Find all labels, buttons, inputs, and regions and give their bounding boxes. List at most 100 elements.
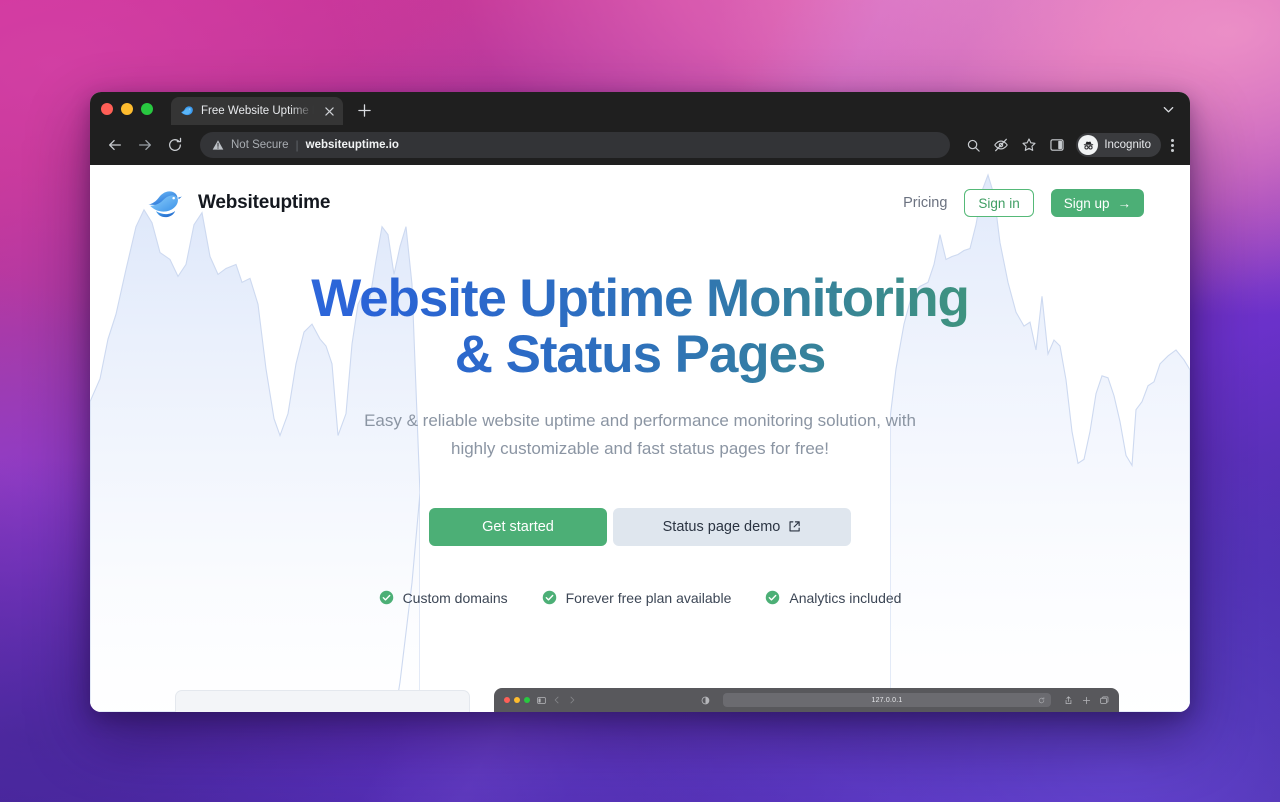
status-page-demo-label: Status page demo (662, 518, 781, 535)
mockup-close-dot (504, 697, 510, 703)
back-button[interactable] (102, 132, 128, 158)
sign-up-label: Sign up (1063, 195, 1110, 211)
sign-in-button[interactable]: Sign in (964, 189, 1034, 217)
warning-triangle-icon (212, 139, 224, 151)
headline-line-1: Website Uptime Monitoring (311, 269, 969, 328)
feature-item: Analytics included (765, 590, 901, 606)
tab-overview-glyph (1100, 696, 1109, 704)
bird-favicon (181, 106, 193, 116)
maximize-window-button[interactable] (141, 103, 153, 115)
chevron-right-glyph (570, 696, 575, 704)
brand-name: Websiteuptime (198, 192, 331, 213)
get-started-button[interactable]: Get started (429, 507, 607, 546)
feature-label: Custom domains (402, 589, 508, 606)
chevron-left-icon (553, 696, 561, 704)
browser-tab[interactable]: Free Website Uptime Monitorin (171, 97, 343, 125)
feature-item: Forever free plan available (542, 589, 732, 606)
page-viewport: Websiteuptime Pricing Sign in Sign up → … (90, 165, 1190, 712)
magnifier-icon (967, 139, 980, 152)
site-header: Websiteuptime Pricing Sign in Sign up → (90, 165, 1190, 241)
side-panel-icon (1050, 139, 1064, 151)
mockup-reload-glyph (1038, 696, 1045, 703)
browser-tab-strip: Free Website Uptime Monitorin (90, 92, 1190, 125)
kebab-dot-2 (1171, 143, 1174, 147)
mockup-minimize-dot (514, 697, 520, 703)
toolbar-right-actions: Incognito (960, 132, 1182, 158)
sign-up-button[interactable]: Sign up → (1050, 189, 1144, 217)
browser-window: Free Website Uptime Monitorin (90, 92, 1190, 712)
profile-label: Incognito (1104, 139, 1151, 151)
address-bar[interactable]: Not Secure | websiteuptime.io (200, 132, 951, 158)
hero-subtitle: Easy & reliable website uptime and perfo… (364, 411, 916, 458)
plus-icon (357, 103, 371, 117)
mockup-reload-icon (1038, 696, 1045, 704)
kebab-dot-3 (1171, 148, 1174, 152)
omnibox-separator: | (295, 138, 299, 152)
forward-button[interactable] (132, 132, 158, 158)
brand[interactable]: Websiteuptime (146, 183, 330, 223)
forward-arrow-icon (139, 139, 151, 151)
browser-menu-button[interactable] (1163, 138, 1182, 152)
bookmark-button[interactable] (1016, 132, 1042, 158)
window-traffic-lights (101, 103, 153, 125)
page-title: Website Uptime Monitoring & Status Pages (90, 271, 1190, 383)
side-panel-button[interactable] (1044, 132, 1070, 158)
share-glyph (1065, 695, 1072, 704)
sidebar-toggle-icon (537, 696, 546, 705)
security-status-text: Not Secure (231, 139, 289, 151)
reader-contrast-glyph (701, 696, 710, 704)
zoom-indicator-button[interactable] (960, 132, 986, 158)
plus-icon (1082, 696, 1091, 705)
browser-toolbar: Not Secure | websiteuptime.io Incognito (90, 125, 1190, 165)
mockup-url-text: 127.0.0.1 (871, 696, 903, 704)
check-circle-icon (542, 590, 556, 605)
reload-button[interactable] (162, 132, 188, 158)
share-icon (1064, 695, 1073, 705)
headline-line-2: & Status Pages (454, 325, 826, 385)
feature-label: Analytics included (789, 589, 902, 606)
close-icon-glyph (324, 106, 334, 116)
desktop-background: Free Website Uptime Monitorin (0, 0, 1280, 802)
hero-section: Website Uptime Monitoring & Status Pages… (90, 241, 1190, 606)
tab-title: Free Website Uptime Monitorin (201, 105, 315, 117)
warning-triangle-glyph (212, 140, 224, 150)
check-circle-icon (766, 590, 780, 605)
reload-icon (169, 137, 182, 151)
sidebar-toggle-glyph (537, 696, 546, 704)
feature-list: Custom domains Forever free plan availab… (90, 590, 1190, 606)
feature-label: Forever free plan available (565, 589, 732, 606)
tracking-protection-button[interactable] (988, 132, 1014, 158)
site-nav: Pricing Sign in Sign up → (903, 189, 1144, 217)
status-page-demo-button[interactable]: Status page demo (613, 507, 851, 546)
minimize-window-button[interactable] (121, 103, 133, 115)
nav-pricing-link[interactable]: Pricing (903, 195, 947, 211)
dashboard-preview-card (175, 690, 470, 712)
tab-overview-icon (1100, 696, 1109, 705)
eye-slash-icon (994, 138, 1009, 152)
close-icon[interactable] (322, 104, 336, 118)
close-window-button[interactable] (101, 103, 113, 115)
chevron-down-icon (1163, 106, 1173, 112)
chevron-right-icon (568, 696, 576, 704)
incognito-avatar-icon (1078, 135, 1099, 155)
status-page-browser-mockup: 127.0.0.1 (494, 688, 1119, 712)
mockup-maximize-dot (524, 697, 530, 703)
check-circle-icon (379, 590, 393, 605)
tab-search-button[interactable] (1156, 97, 1180, 121)
reader-contrast-icon (701, 696, 710, 705)
blue-bird-logo (148, 191, 182, 218)
star-icon (1022, 138, 1036, 151)
kebab-dot-1 (1171, 138, 1174, 142)
preview-strip: 127.0.0.1 (90, 686, 1190, 712)
plus-glyph (1082, 696, 1091, 704)
feature-item: Custom domains (379, 590, 508, 606)
external-link-icon (789, 521, 801, 532)
profile-chip[interactable]: Incognito (1076, 133, 1161, 157)
mockup-traffic-lights (504, 697, 530, 703)
url-text: websiteuptime.io (305, 139, 399, 151)
mockup-right-actions (1064, 695, 1109, 705)
new-tab-button[interactable] (353, 99, 375, 121)
incognito-glyph (1083, 141, 1094, 149)
chevron-left-glyph (554, 696, 559, 704)
back-arrow-icon (109, 139, 121, 151)
